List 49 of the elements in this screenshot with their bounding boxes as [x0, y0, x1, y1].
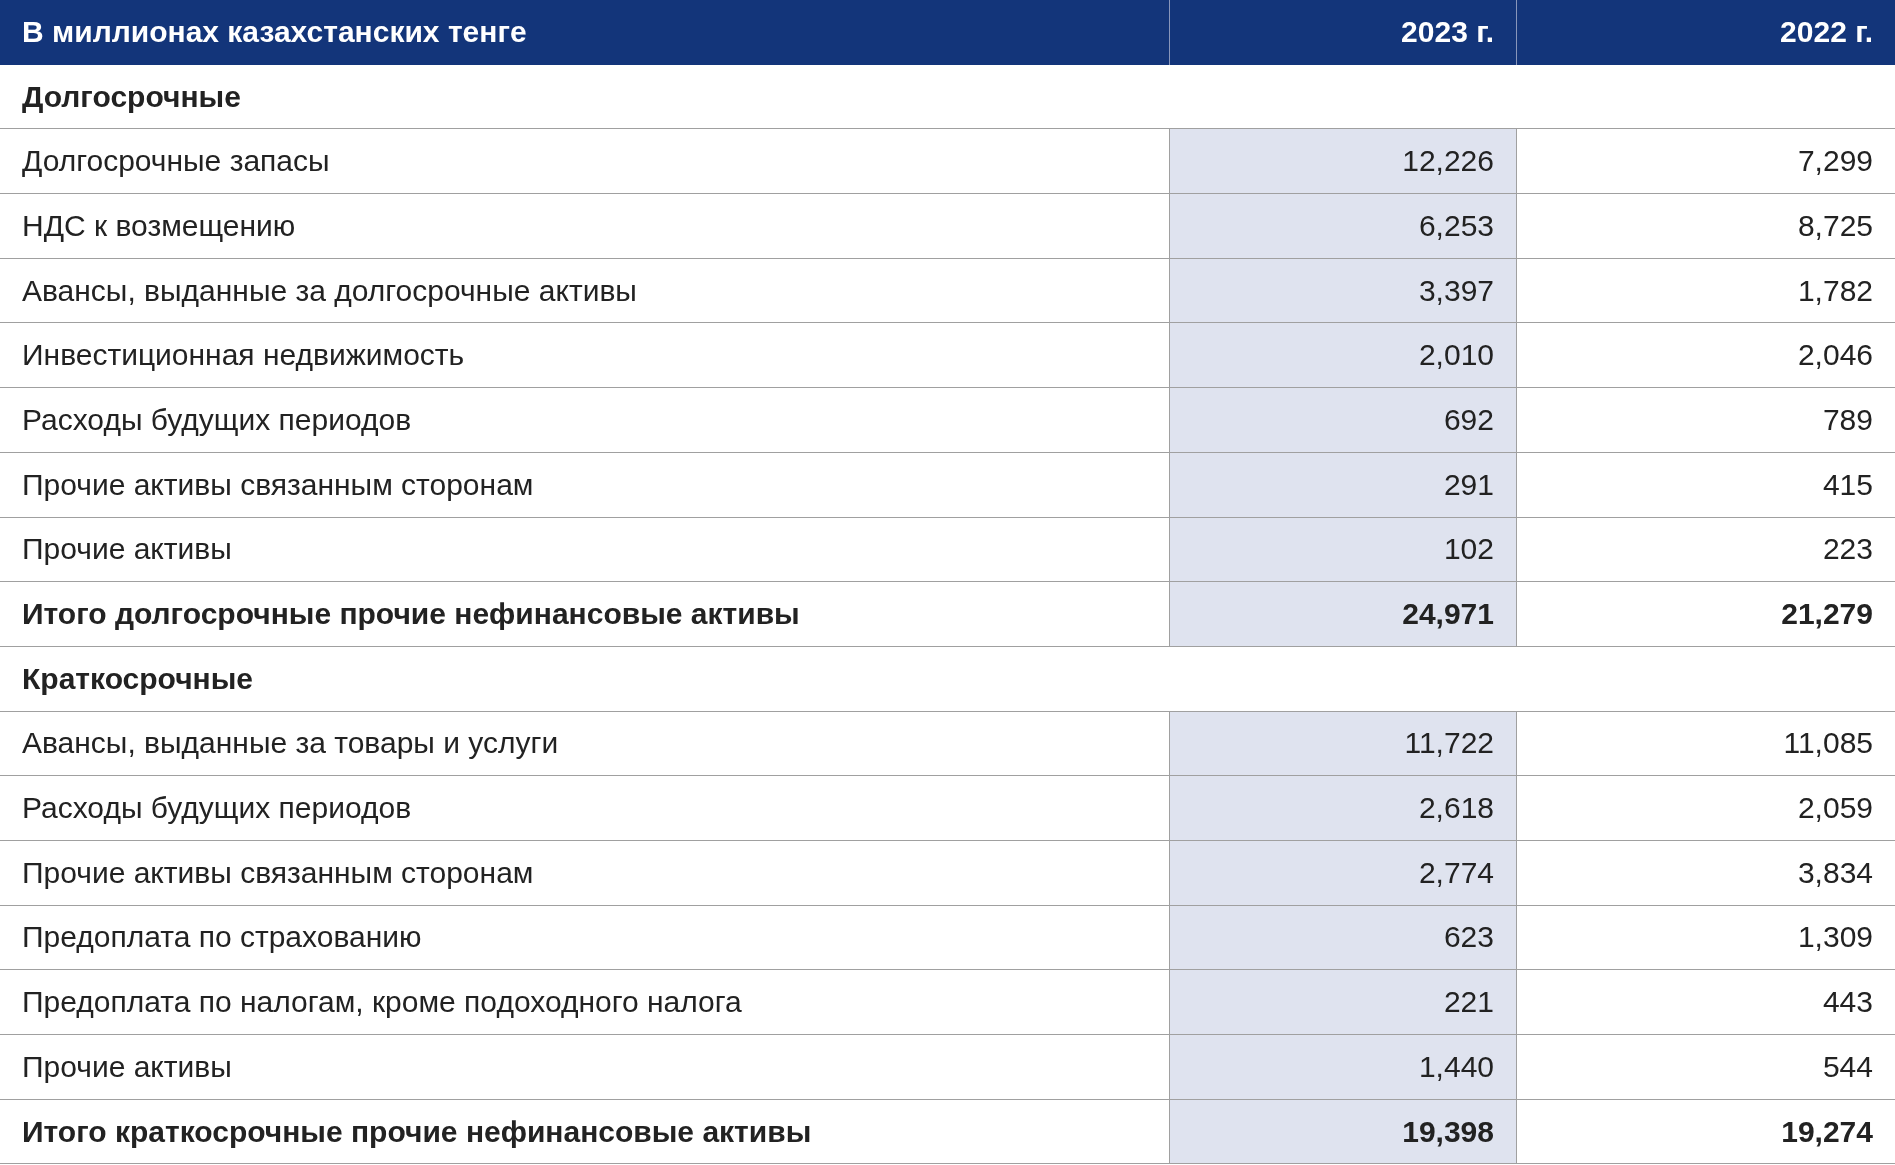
column-header: В миллионах казахстанских тенге	[0, 0, 1169, 65]
table-cell: 2,774	[1169, 840, 1516, 906]
row-label: Предоплата по страхованию	[0, 905, 1169, 971]
table-cell: 19,274	[1516, 1099, 1895, 1165]
table-cell: 8,725	[1516, 194, 1895, 259]
row-label: Прочие активы связанным сторонам	[0, 840, 1169, 906]
row-label: Прочие активы	[0, 517, 1169, 583]
table-cell: 789	[1516, 388, 1895, 453]
column-header: 2022 г.	[1516, 0, 1895, 65]
table-cell: 12,226	[1169, 129, 1516, 195]
row-label: Прочие активы	[0, 1035, 1169, 1100]
row-label: Авансы, выданные за товары и услуги	[0, 711, 1169, 777]
row-label: Предоплата по налогам, кроме подоходного налога	[0, 970, 1169, 1035]
table-cell: 692	[1169, 388, 1516, 453]
section-heading: Краткосрочные	[0, 646, 1895, 712]
table-cell: 443	[1516, 970, 1895, 1035]
table-cell: 291	[1169, 452, 1516, 518]
table-cell: 1,440	[1169, 1035, 1516, 1100]
table-cell: 544	[1516, 1035, 1895, 1100]
table-cell: 1,782	[1516, 258, 1895, 324]
column-header: 2023 г.	[1169, 0, 1516, 65]
table-cell: 221	[1169, 970, 1516, 1035]
row-label: Итого долгосрочные прочие нефинансовые активы	[0, 582, 1169, 647]
table-cell: 415	[1516, 452, 1895, 518]
table-cell: 223	[1516, 517, 1895, 583]
table-cell: 24,971	[1169, 582, 1516, 647]
table-cell: 2,618	[1169, 776, 1516, 841]
table-cell: 19,398	[1169, 1099, 1516, 1165]
table-cell: 2,010	[1169, 323, 1516, 389]
table-cell: 102	[1169, 517, 1516, 583]
table-cell: 6,253	[1169, 194, 1516, 259]
table-cell: 623	[1169, 905, 1516, 971]
table-cell: 1,309	[1516, 905, 1895, 971]
table-cell: 2,046	[1516, 323, 1895, 389]
table-cell: 2,059	[1516, 776, 1895, 841]
table-cell: 11,085	[1516, 711, 1895, 777]
row-label: Инвестиционная недвижимость	[0, 323, 1169, 389]
row-label: НДС к возмещению	[0, 194, 1169, 259]
table-cell: 7,299	[1516, 129, 1895, 195]
row-label: Итого краткосрочные прочие нефинансовые активы	[0, 1099, 1169, 1165]
table-cell: 3,834	[1516, 840, 1895, 906]
row-label: Долгосрочные запасы	[0, 129, 1169, 195]
row-label: Авансы, выданные за долгосрочные активы	[0, 258, 1169, 324]
row-label: Расходы будущих периодов	[0, 776, 1169, 841]
table-cell: 21,279	[1516, 582, 1895, 647]
table-cell: 3,397	[1169, 258, 1516, 324]
table-cell: 11,722	[1169, 711, 1516, 777]
row-label: Расходы будущих периодов	[0, 388, 1169, 453]
row-label: Прочие активы связанным сторонам	[0, 452, 1169, 518]
